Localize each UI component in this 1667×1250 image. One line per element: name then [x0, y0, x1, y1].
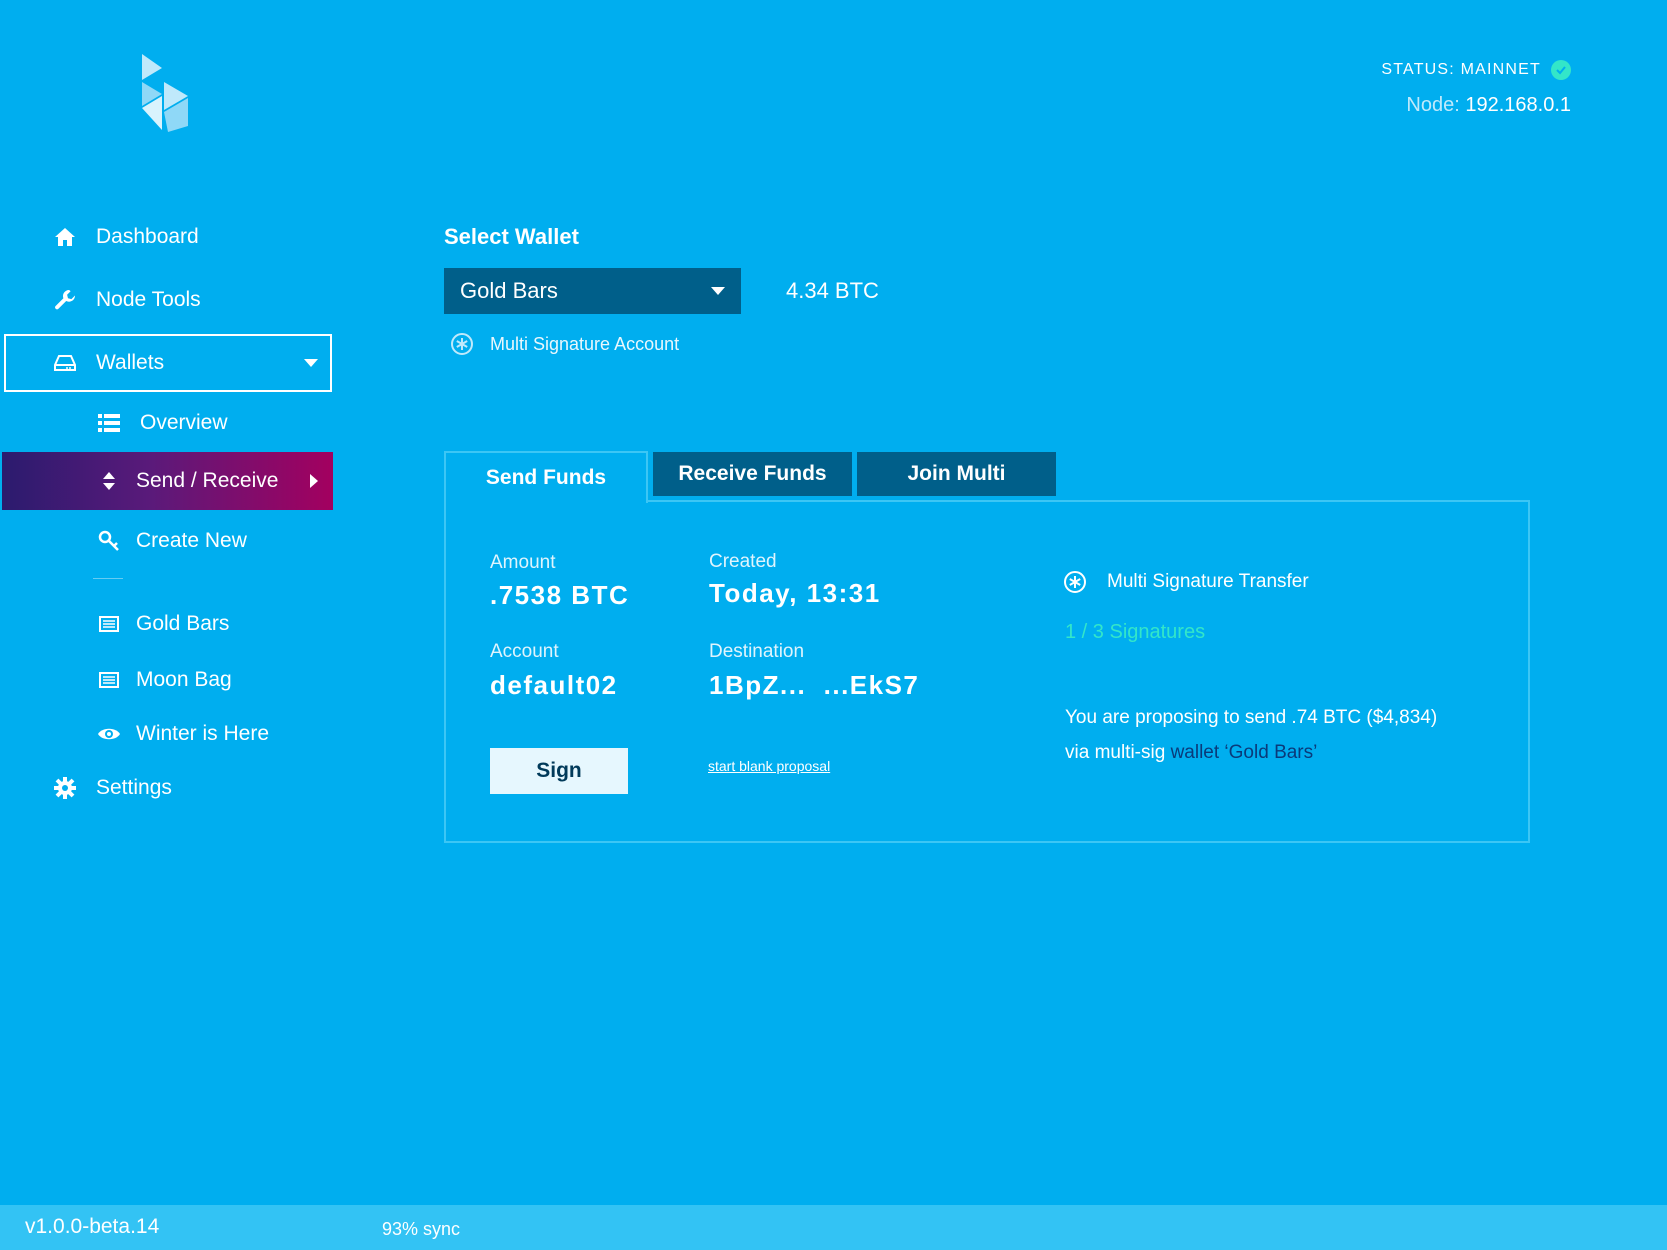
status-bar [0, 1205, 1667, 1250]
wallet-balance: 4.34 BTC [786, 278, 879, 303]
sidebar-wallet-moon-bag[interactable]: Moon Bag [96, 667, 232, 693]
sidebar-item-label: Gold Bars [136, 612, 230, 635]
sidebar-item-dashboard[interactable]: Dashboard [52, 224, 199, 250]
sidebar-item-label: Wallets [96, 351, 165, 374]
proposal-line-2: via multi-sig wallet ‘Gold Bars’ [1065, 735, 1505, 770]
account-type-label: Multi Signature Account [490, 333, 680, 354]
destination-label: Destination [709, 641, 805, 662]
wrench-icon [52, 287, 78, 313]
account-label: Account [490, 641, 559, 662]
signature-count: 1 / 3 Signatures [1065, 621, 1206, 643]
sidebar-item-label: Dashboard [96, 225, 199, 248]
sidebar-item-node-tools[interactable]: Node Tools [52, 287, 201, 313]
tab-receive-funds[interactable]: Receive Funds [653, 452, 852, 496]
transfer-type-label: Multi Signature Transfer [1107, 571, 1309, 592]
sidebar-item-label: Winter is Here [136, 722, 270, 745]
multisig-transfer: Multi Signature Transfer [1063, 570, 1309, 594]
chevron-down-icon [711, 287, 725, 295]
chevron-down-icon [304, 359, 318, 367]
chevron-right-icon [310, 474, 318, 488]
sidebar-item-wallets-content[interactable]: Wallets [52, 350, 318, 376]
network-status: STATUS: MAINNET [1381, 60, 1571, 80]
select-wallet-heading: Select Wallet [444, 224, 579, 249]
proposal-wallet-link[interactable]: wallet ‘Gold Bars’ [1171, 742, 1318, 763]
sidebar-divider [93, 578, 123, 579]
list-icon [96, 410, 122, 436]
node-address: Node: 192.168.0.1 [1406, 94, 1571, 117]
sidebar-item-settings[interactable]: Settings [52, 775, 172, 801]
amount-value: .7538 BTC [490, 580, 630, 610]
gear-icon [52, 775, 78, 801]
sidebar-item-label: Moon Bag [136, 668, 232, 691]
wallet-card-icon [96, 611, 122, 637]
wallet-select[interactable]: Gold Bars [444, 268, 741, 314]
multisig-icon [1064, 571, 1086, 593]
home-icon [52, 224, 78, 250]
sidebar-item-label: Send / Receive [136, 469, 279, 492]
sync-status: 93% sync [382, 1219, 461, 1239]
proposal-description: You are proposing to send .74 BTC ($4,83… [1065, 700, 1505, 770]
tab-join-multi[interactable]: Join Multi [857, 452, 1056, 496]
sort-arrows-icon [96, 468, 122, 494]
sidebar-wallet-winter-is-here[interactable]: Winter is Here [96, 721, 269, 747]
wallet-card-icon [96, 667, 122, 693]
sidebar-item-label: Node Tools [96, 288, 201, 311]
proposal-prefix: via multi-sig [1065, 742, 1171, 763]
sidebar-item-label: Overview [140, 411, 228, 434]
amount-label: Amount [490, 552, 556, 573]
app-logo [142, 54, 188, 132]
sidebar-wallet-gold-bars[interactable]: Gold Bars [96, 611, 229, 637]
sidebar-item-label: Create New [136, 529, 247, 552]
wallet-select-value: Gold Bars [460, 278, 558, 303]
account-type: Multi Signature Account [450, 332, 679, 356]
app-version: v1.0.0-beta.14 [25, 1215, 160, 1238]
sidebar-item-send-receive-content[interactable]: Send / Receive [96, 468, 318, 494]
destination-value: 1BpZ... ...EkS7 [709, 670, 920, 700]
sidebar-item-label: Settings [96, 776, 172, 799]
proposal-line-1: You are proposing to send .74 BTC ($4,83… [1065, 707, 1438, 728]
node-value: 192.168.0.1 [1465, 94, 1571, 116]
multisig-icon [451, 333, 473, 355]
node-label: Node: [1406, 94, 1460, 116]
sidebar-item-overview[interactable]: Overview [96, 410, 228, 436]
check-circle-icon [1551, 60, 1571, 80]
start-blank-proposal-link[interactable]: start blank proposal [708, 758, 830, 774]
status-text: STATUS: MAINNET [1381, 61, 1541, 78]
created-label: Created [709, 551, 777, 572]
account-value: default02 [490, 670, 618, 700]
eye-icon [96, 721, 122, 747]
tab-send-funds[interactable]: Send Funds [444, 451, 648, 503]
drive-icon [52, 350, 78, 376]
created-value: Today, 13:31 [709, 578, 881, 608]
sign-button[interactable]: Sign [490, 748, 628, 794]
key-icon [96, 528, 122, 554]
sidebar-item-create-new[interactable]: Create New [96, 528, 247, 554]
